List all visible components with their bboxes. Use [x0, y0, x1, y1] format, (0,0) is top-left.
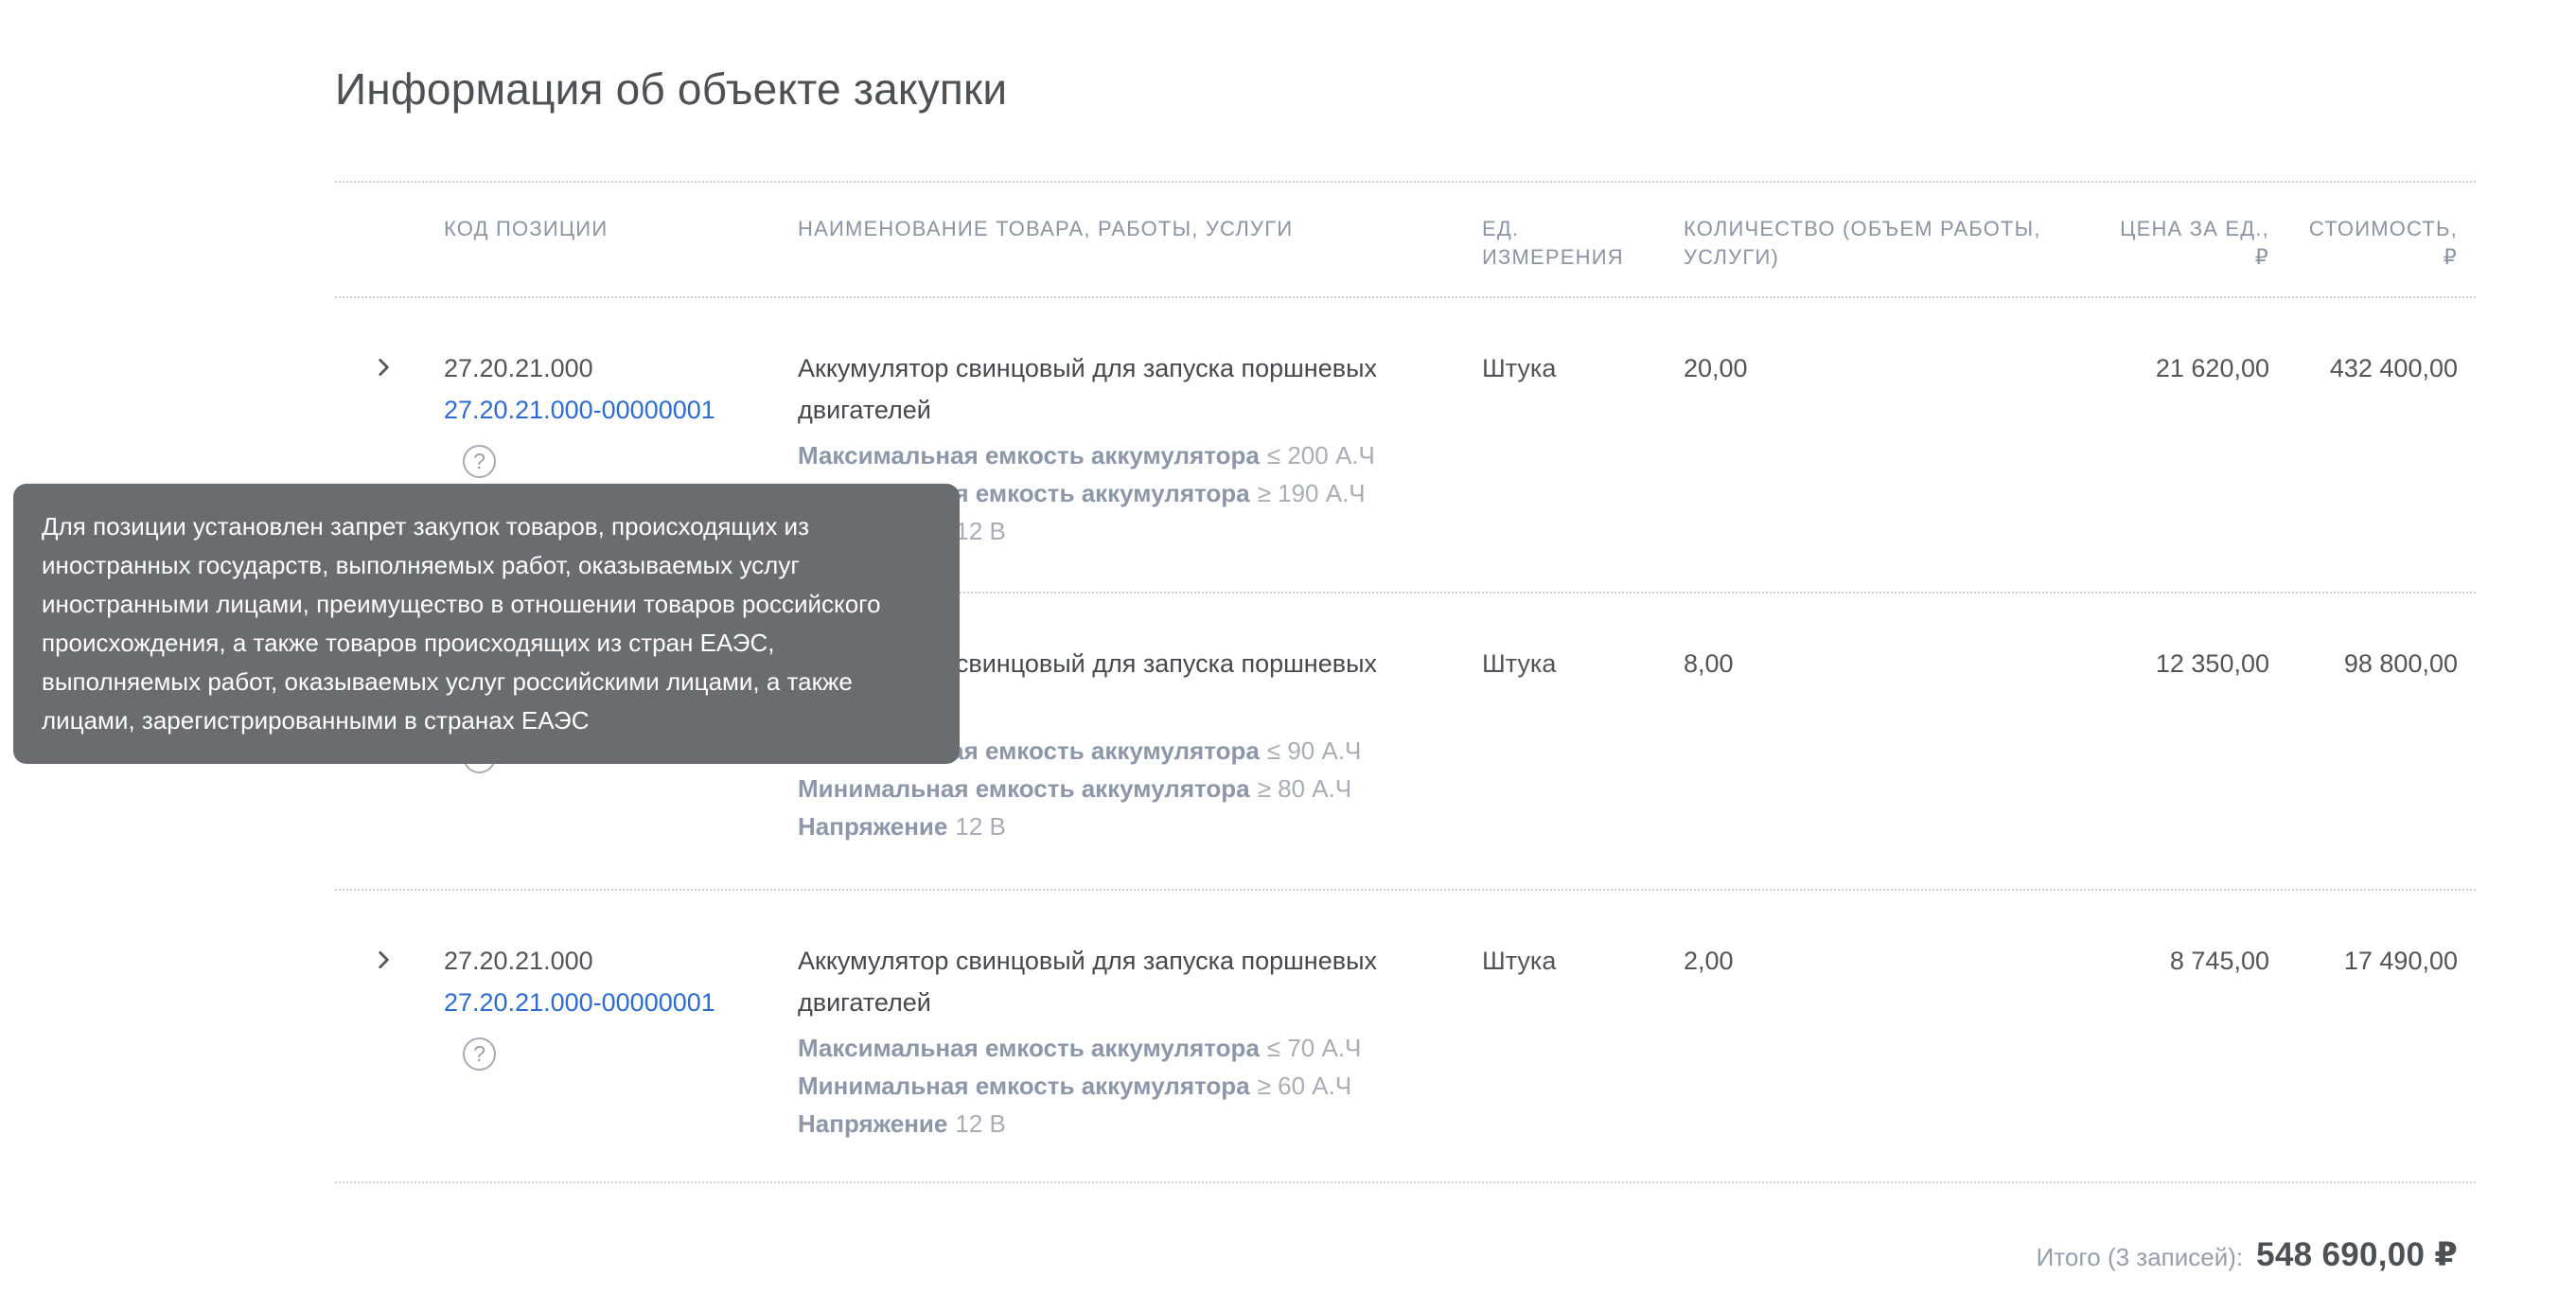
- col-header-unit: ЕД. ИЗМЕРЕНИЯ: [1476, 215, 1684, 296]
- total-label: Итого (3 записей):: [2036, 1243, 2244, 1271]
- product-name: Аккумулятор свинцовый для запуска поршне…: [798, 947, 1377, 1017]
- position-code-link[interactable]: 27.20.21.000-00000001: [444, 982, 798, 1024]
- quantity-value: 20,00: [1684, 354, 1748, 382]
- total-value: 548 690,00 ₽: [2256, 1236, 2458, 1273]
- help-icon[interactable]: ?: [463, 445, 496, 478]
- col-header-unit-line1: ЕД.: [1482, 217, 1520, 240]
- col-header-cost-line1: СТОИМОСТЬ,: [2308, 217, 2458, 240]
- col-header-quantity: КОЛИЧЕСТВО (ОБЪЕМ РАБОТЫ, УСЛУГИ): [1684, 215, 2073, 296]
- col-header-quantity-line2: УСЛУГИ): [1684, 245, 1779, 269]
- cell-product-name: Аккумулятор свинцовый для запуска поршне…: [798, 940, 1476, 1181]
- col-header-expand: [335, 215, 444, 296]
- characteristic: Минимальная емкость аккумулятора ≥ 60 А.Ч: [798, 1067, 1457, 1105]
- col-header-unit-line2: ИЗМЕРЕНИЯ: [1482, 245, 1624, 269]
- characteristic: Напряжение12 В: [798, 807, 1457, 845]
- characteristic-label: Минимальная емкость аккумулятора: [798, 1072, 1250, 1100]
- position-code: 27.20.21.000: [444, 947, 593, 975]
- cost-value: 432 400,00: [2329, 354, 2458, 382]
- cost-value: 98 800,00: [2343, 649, 2458, 678]
- col-header-product-name: НАИМЕНОВАНИЕ ТОВАРА, РАБОТЫ, УСЛУГИ: [798, 217, 1294, 240]
- characteristic-label: Минимальная емкость аккумулятора: [798, 774, 1250, 803]
- position-code: 27.20.21.000: [444, 354, 593, 382]
- chevron-right-icon[interactable]: [371, 355, 396, 380]
- unit-value: Штука: [1482, 649, 1557, 678]
- position-code-link[interactable]: 27.20.21.000-00000001: [444, 389, 798, 432]
- quantity-value: 8,00: [1684, 649, 1734, 678]
- product-name: Аккумулятор свинцовый для запуска поршне…: [798, 354, 1377, 424]
- characteristic-label: Максимальная емкость аккумулятора: [798, 1034, 1260, 1062]
- characteristic-value: ≥ 60 А.Ч: [1257, 1072, 1352, 1100]
- col-header-quantity-line1: КОЛИЧЕСТВО (ОБЪЕМ РАБОТЫ,: [1684, 217, 2041, 240]
- col-header-position-code: КОД ПОЗИЦИИ: [444, 217, 609, 240]
- characteristic: Напряжение12 В: [798, 1105, 1457, 1143]
- characteristic-value: ≥ 80 А.Ч: [1257, 774, 1352, 803]
- characteristic: Минимальная емкость аккумулятора ≥ 80 А.Ч: [798, 770, 1457, 807]
- characteristic: Максимальная емкость аккумулятора ≤ 70 А.…: [798, 1029, 1457, 1067]
- table-row: 27.20.21.000 27.20.21.000-00000001 ? Акк…: [335, 891, 2476, 1183]
- table-header-row: КОД ПОЗИЦИИ НАИМЕНОВАНИЕ ТОВАРА, РАБОТЫ,…: [335, 183, 2476, 298]
- characteristic-value: ≤ 70 А.Ч: [1266, 1034, 1362, 1062]
- cell-position-code: 27.20.21.000 27.20.21.000-00000001 ?: [444, 940, 798, 1181]
- characteristic-label: Напряжение: [798, 812, 948, 841]
- unit-value: Штука: [1482, 354, 1557, 382]
- table-footer: Итого (3 записей): 548 690,00 ₽: [335, 1183, 2476, 1274]
- ruble-sign: ₽: [2254, 245, 2269, 269]
- unit-price-value: 21 620,00: [2155, 354, 2269, 382]
- characteristic: Максимальная емкость аккумулятора ≤ 200 А…: [798, 436, 1457, 474]
- restriction-tooltip: Для позиции установлен запрет закупок то…: [13, 484, 960, 764]
- unit-price-value: 12 350,00: [2155, 649, 2269, 678]
- characteristic-value: ≤ 90 А.Ч: [1266, 736, 1362, 765]
- quantity-value: 2,00: [1684, 947, 1734, 975]
- characteristic-value: 12 В: [955, 812, 1006, 841]
- cell-expand: [335, 940, 444, 1181]
- help-icon[interactable]: ?: [463, 1037, 496, 1071]
- characteristic-value: 12 В: [955, 1109, 1006, 1138]
- col-header-unit-price: ЦЕНА ЗА ЕД., ₽: [2073, 215, 2271, 296]
- characteristic-value: ≥ 190 А.Ч: [1257, 479, 1366, 507]
- chevron-right-icon[interactable]: [371, 948, 396, 972]
- characteristic-label: Напряжение: [798, 1109, 948, 1138]
- col-header-unit-price-line1: ЦЕНА ЗА ЕД.,: [2120, 217, 2269, 240]
- characteristic-value: 12 В: [955, 517, 1006, 545]
- characteristic-label: Максимальная емкость аккумулятора: [798, 441, 1260, 470]
- col-header-cost: СТОИМОСТЬ, ₽: [2271, 215, 2476, 296]
- cost-value: 17 490,00: [2343, 947, 2458, 975]
- ruble-sign: ₽: [2443, 245, 2458, 269]
- page-title: Информация об объекте закупки: [335, 64, 1008, 114]
- characteristic-value: ≤ 200 А.Ч: [1266, 441, 1375, 470]
- unit-value: Штука: [1482, 947, 1557, 975]
- unit-price-value: 8 745,00: [2169, 947, 2269, 975]
